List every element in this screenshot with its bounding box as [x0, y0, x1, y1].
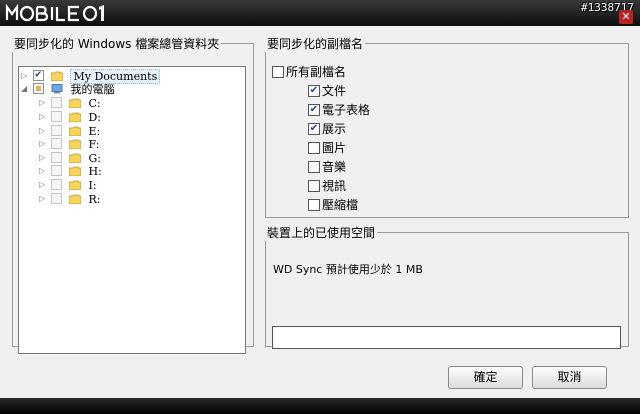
folder-icon	[68, 139, 81, 149]
tree-item-label: R:	[88, 193, 101, 206]
mobile01-logo	[5, 3, 104, 22]
checkbox-label: 視訊	[322, 179, 347, 193]
space-usage-bar	[272, 326, 621, 349]
tree-item-drive-e[interactable]: ▷ E:	[39, 124, 100, 138]
expand-arrow-icon[interactable]: ▷	[39, 124, 47, 138]
folder-icon	[68, 126, 81, 136]
tree-item-my-computer[interactable]: ◢ 我的電腦	[21, 82, 114, 96]
checkbox-box[interactable]: ✔	[308, 122, 320, 135]
checkbox-label: 音樂	[322, 160, 347, 174]
folder-icon	[68, 153, 81, 163]
checkbox-box[interactable]	[308, 160, 320, 173]
tree-checkbox[interactable]	[50, 125, 62, 136]
tree-checkbox[interactable]	[50, 97, 62, 108]
extensions-panel: 要同步化的副檔名 所有副檔名 ✔ 文件 ✔ 電子表格 ✔ 展示 圖片 音樂 視訊 壓縮…	[265, 35, 629, 218]
tree-item-drive-h[interactable]: ▷ H:	[39, 164, 102, 178]
tree-item-label: C:	[88, 97, 101, 110]
checkbox-presentations[interactable]: ✔ 展示	[308, 121, 346, 137]
expand-arrow-icon[interactable]: ▷	[39, 96, 47, 110]
bottom-bar	[0, 398, 640, 414]
title-bar: #1338717 ✕	[0, 0, 640, 26]
tree-checkbox[interactable]	[50, 152, 62, 163]
folder-icon	[68, 98, 81, 108]
close-button[interactable]: ✕	[619, 10, 633, 24]
checkbox-pictures[interactable]: 圖片	[308, 140, 346, 156]
tree-item-drive-g[interactable]: ▷ G:	[39, 151, 101, 165]
checkbox-box[interactable]	[308, 198, 320, 211]
expand-arrow-icon[interactable]: ▷	[39, 192, 47, 206]
tree-item-label: 我的電腦	[70, 83, 115, 96]
tree-checkbox[interactable]	[50, 111, 62, 122]
checkbox-box[interactable]: ✔	[308, 84, 320, 97]
checkbox-archives[interactable]: 壓縮檔	[308, 197, 358, 213]
checkbox-label: 壓縮檔	[322, 198, 359, 212]
tree-checkbox[interactable]	[50, 165, 62, 176]
checkbox-all-extensions[interactable]: 所有副檔名	[272, 64, 346, 80]
checkbox-box[interactable]	[272, 65, 284, 78]
folders-panel: 要同步化的 Windows 檔案總管資料夾 ▷ ✔ My Documents ◢…	[12, 35, 254, 354]
checkbox-documents[interactable]: ✔ 文件	[308, 83, 346, 99]
tree-item-my-documents[interactable]: ▷ ✔ My Documents	[21, 69, 161, 84]
folder-icon	[68, 180, 81, 190]
tree-item-drive-d[interactable]: ▷ D:	[39, 110, 101, 124]
expand-arrow-icon[interactable]: ▷	[21, 69, 29, 83]
tree-checkbox[interactable]	[32, 83, 44, 94]
tree-item-drive-c[interactable]: ▷ C:	[39, 96, 101, 110]
tree-item-label: H:	[88, 165, 102, 178]
tree-checkbox[interactable]	[50, 138, 62, 149]
checkbox-spreadsheets[interactable]: ✔ 電子表格	[308, 102, 370, 118]
checkbox-box[interactable]	[308, 141, 320, 154]
checkbox-label: 展示	[322, 122, 347, 136]
ok-button[interactable]: 確定	[448, 366, 523, 389]
folders-panel-legend: 要同步化的 Windows 檔案總管資料夾	[14, 37, 220, 51]
checkbox-box[interactable]: ✔	[308, 103, 320, 116]
extensions-panel-legend: 要同步化的副檔名	[267, 37, 364, 51]
folder-icon	[68, 194, 81, 204]
tree-checkbox[interactable]	[50, 193, 62, 204]
tree-item-drive-i[interactable]: ▷ I:	[39, 178, 97, 192]
tree-item-label: I:	[88, 179, 97, 192]
tree-item-drive-r[interactable]: ▷ R:	[39, 192, 100, 206]
tree-item-label: F:	[88, 138, 100, 151]
close-icon: ✕	[621, 10, 631, 23]
folder-tree[interactable]: ▷ ✔ My Documents ◢ 我的電腦 ▷ C: ▷ D: ▷ E: ▷…	[18, 66, 246, 354]
collapse-arrow-icon[interactable]: ◢	[21, 82, 29, 96]
checkbox-box[interactable]	[308, 179, 320, 192]
expand-arrow-icon[interactable]: ▷	[39, 110, 47, 124]
checkbox-label: 文件	[322, 84, 347, 98]
folder-icon	[68, 112, 81, 122]
expand-arrow-icon[interactable]: ▷	[39, 164, 47, 178]
tree-checkbox[interactable]	[50, 179, 62, 190]
tree-item-drive-f[interactable]: ▷ F:	[39, 137, 99, 151]
checkbox-label: 所有副檔名	[286, 65, 347, 79]
space-panel: 裝置上的已使用空間 WD Sync 預計使用少於 1 MB	[265, 224, 629, 349]
expand-arrow-icon[interactable]: ▷	[39, 178, 47, 192]
tree-checkbox[interactable]: ✔	[32, 70, 44, 81]
tree-item-label: D:	[88, 111, 102, 124]
expand-arrow-icon[interactable]: ▷	[39, 151, 47, 165]
computer-icon	[51, 83, 63, 93]
space-panel-legend: 裝置上的已使用空間	[267, 226, 376, 240]
expand-arrow-icon[interactable]: ▷	[39, 137, 47, 151]
checkbox-music[interactable]: 音樂	[308, 159, 346, 175]
folder-icon	[68, 166, 81, 176]
space-usage-text: WD Sync 預計使用少於 1 MB	[273, 263, 423, 276]
cancel-button[interactable]: 取消	[532, 366, 607, 389]
checkbox-label: 圖片	[322, 141, 347, 155]
checkbox-label: 電子表格	[322, 103, 371, 117]
folder-icon	[50, 71, 63, 81]
checkbox-video[interactable]: 視訊	[308, 178, 346, 194]
